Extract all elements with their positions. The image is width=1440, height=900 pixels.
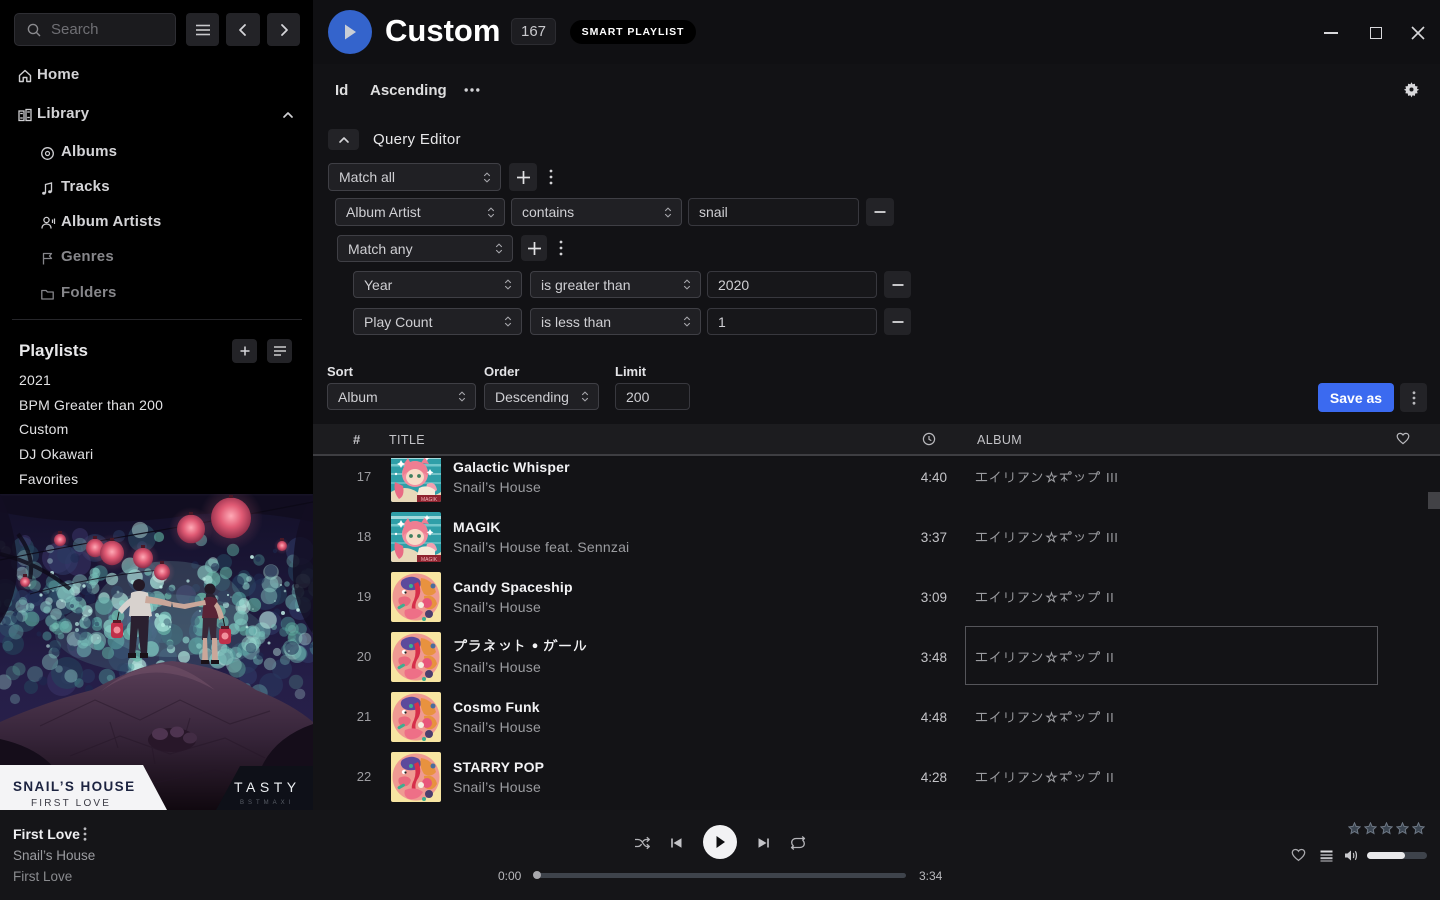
svg-text:BSTMAXI: BSTMAXI bbox=[240, 800, 294, 806]
svg-text:SNAIL’S HOUSE: SNAIL’S HOUSE bbox=[13, 779, 135, 794]
svg-text:MAGIK: MAGIK bbox=[421, 557, 438, 562]
svg-text:TASTY: TASTY bbox=[234, 779, 301, 795]
svg-text:MAGIK: MAGIK bbox=[421, 497, 438, 502]
svg-text:FIRST LOVE: FIRST LOVE bbox=[31, 798, 111, 809]
